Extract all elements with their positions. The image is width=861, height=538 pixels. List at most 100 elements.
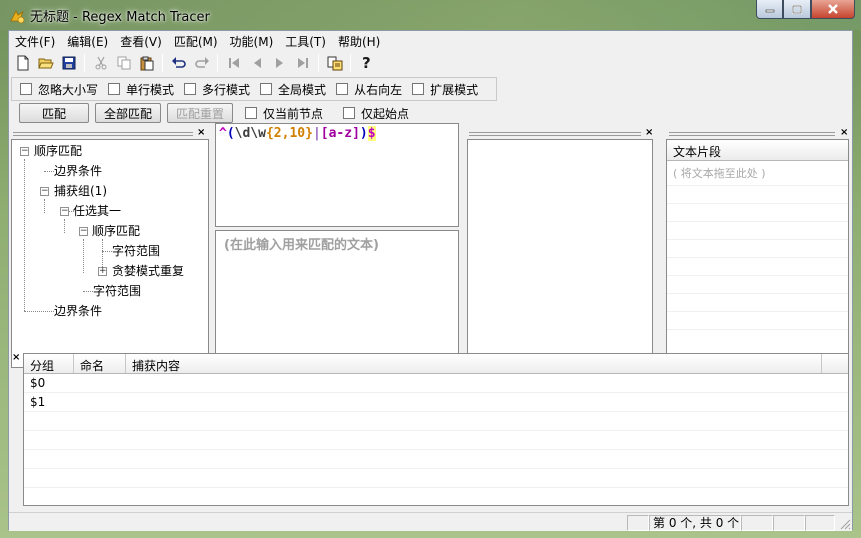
tree-expand-icon[interactable]: + bbox=[98, 267, 107, 276]
copy-button[interactable] bbox=[112, 52, 135, 74]
result-panel[interactable] bbox=[467, 139, 653, 368]
last-button[interactable] bbox=[291, 52, 314, 74]
checkbox[interactable] bbox=[184, 83, 197, 95]
status-bar: 第 0 个, 共 0 个 bbox=[9, 512, 852, 531]
table-row[interactable]: $1 bbox=[24, 393, 848, 412]
tree-node[interactable]: 贪婪模式重复 bbox=[112, 262, 184, 280]
tree-node[interactable]: 顺序匹配 bbox=[92, 222, 140, 240]
snippets-panel[interactable]: 文本片段 ( 将文本拖至此处 ) bbox=[666, 139, 849, 368]
option-label: 仅起始点 bbox=[361, 106, 410, 121]
option-current-node[interactable]: 仅当前节点 bbox=[245, 104, 323, 122]
table-row[interactable]: $0 bbox=[24, 374, 848, 393]
new-button[interactable] bbox=[11, 52, 34, 74]
groups-table[interactable]: 分组 命名 捕获内容 $0 $1 bbox=[23, 353, 849, 506]
redo-button[interactable] bbox=[190, 52, 213, 74]
tree-line bbox=[64, 219, 65, 233]
scissors-icon bbox=[95, 56, 106, 70]
tree-node[interactable]: 捕获组(1) bbox=[54, 182, 107, 200]
tree-collapse-icon[interactable]: − bbox=[79, 227, 88, 236]
toolbar: ? bbox=[11, 52, 378, 74]
undo-button[interactable] bbox=[167, 52, 190, 74]
option-right-to-left[interactable]: 从右向左 bbox=[336, 80, 402, 98]
first-button[interactable] bbox=[222, 52, 245, 74]
pane-grip[interactable] bbox=[669, 132, 835, 136]
close-middle-pane-icon[interactable]: × bbox=[645, 128, 655, 138]
tree-line bbox=[24, 311, 54, 312]
checkbox[interactable] bbox=[260, 83, 273, 95]
paste-button[interactable] bbox=[135, 52, 158, 74]
menu-view[interactable]: 查看(V) bbox=[114, 31, 168, 51]
close-groups-pane-icon[interactable]: × bbox=[12, 353, 22, 363]
tree-node[interactable]: 字符范围 bbox=[93, 282, 141, 300]
menu-file[interactable]: 文件(F) bbox=[9, 31, 61, 51]
resize-grip-icon[interactable] bbox=[839, 518, 851, 530]
main-client: 文件(F) 编辑(E) 查看(V) 匹配(M) 功能(M) 工具(T) 帮助(H… bbox=[8, 30, 853, 531]
match-button[interactable]: 匹配 bbox=[19, 103, 89, 123]
checkbox[interactable] bbox=[412, 83, 425, 95]
copy-code-button[interactable] bbox=[323, 52, 346, 74]
match-text-input[interactable]: (在此输入用来匹配的文本) bbox=[215, 230, 459, 368]
tree-collapse-icon[interactable]: − bbox=[60, 207, 69, 216]
tree-collapse-icon[interactable]: − bbox=[40, 187, 49, 196]
toolbar-separator bbox=[350, 54, 351, 72]
tree-panel[interactable] bbox=[11, 139, 209, 368]
prev-button[interactable] bbox=[245, 52, 268, 74]
toolbar-separator bbox=[84, 54, 85, 72]
skip-first-icon bbox=[228, 58, 239, 68]
close-tree-pane-icon[interactable]: × bbox=[197, 128, 207, 138]
option-label: 从右向左 bbox=[354, 82, 403, 97]
title-bar[interactable]: 无标题 - Regex Match Tracer bbox=[0, 0, 861, 30]
option-single-line[interactable]: 单行模式 bbox=[108, 80, 174, 98]
close-button[interactable] bbox=[811, 0, 855, 19]
menu-help[interactable]: 帮助(H) bbox=[332, 31, 386, 51]
pane-grip[interactable] bbox=[469, 132, 641, 136]
rematch-button[interactable]: 匹配重置 bbox=[167, 103, 233, 123]
snippet-row bbox=[667, 186, 848, 204]
option-label: 忽略大小写 bbox=[38, 82, 99, 97]
tree-node[interactable]: 字符范围 bbox=[112, 242, 160, 260]
help-button[interactable]: ? bbox=[355, 52, 378, 74]
minimize-button[interactable] bbox=[756, 0, 783, 19]
regex-editor[interactable]: ^(\d\w{2,10}|[a-z])$ bbox=[215, 123, 459, 227]
column-header-name[interactable]: 命名 bbox=[74, 354, 126, 373]
table-row bbox=[24, 450, 848, 469]
menu-bar: 文件(F) 编辑(E) 查看(V) 匹配(M) 功能(M) 工具(T) 帮助(H… bbox=[9, 31, 852, 51]
help-question-icon: ? bbox=[362, 55, 371, 71]
cut-button[interactable] bbox=[89, 52, 112, 74]
pane-grip[interactable] bbox=[13, 132, 193, 136]
close-snippets-pane-icon[interactable]: × bbox=[840, 128, 850, 138]
snippets-header[interactable]: 文本片段 bbox=[667, 140, 848, 161]
option-ignore-case[interactable]: 忽略大小写 bbox=[20, 80, 98, 98]
option-extended[interactable]: 扩展模式 bbox=[412, 80, 478, 98]
tree-node[interactable]: 顺序匹配 bbox=[34, 142, 82, 160]
options-bar: 忽略大小写 单行模式 多行模式 全局模式 从右向左 扩展模式 bbox=[11, 77, 497, 101]
checkbox[interactable] bbox=[343, 107, 356, 119]
checkbox[interactable] bbox=[20, 83, 32, 95]
next-icon bbox=[275, 58, 283, 68]
checkbox[interactable] bbox=[245, 107, 257, 119]
menu-tools[interactable]: 工具(T) bbox=[279, 31, 332, 51]
restore-button[interactable] bbox=[783, 0, 811, 19]
skip-last-icon bbox=[297, 58, 308, 68]
tree-node[interactable]: 任选其一 bbox=[73, 202, 121, 220]
match-all-button[interactable]: 全部匹配 bbox=[95, 103, 161, 123]
paste-clipboard-icon bbox=[140, 56, 153, 70]
option-start-point[interactable]: 仅起始点 bbox=[343, 104, 409, 122]
tree-node[interactable]: 边界条件 bbox=[54, 302, 102, 320]
next-button[interactable] bbox=[268, 52, 291, 74]
tree-collapse-icon[interactable]: − bbox=[20, 147, 29, 156]
checkbox[interactable] bbox=[336, 83, 349, 95]
option-global[interactable]: 全局模式 bbox=[260, 80, 326, 98]
menu-match[interactable]: 匹配(M) bbox=[168, 31, 224, 51]
save-button[interactable] bbox=[57, 52, 80, 74]
checkbox[interactable] bbox=[108, 83, 121, 95]
menu-edit[interactable]: 编辑(E) bbox=[61, 31, 114, 51]
column-header-capture[interactable]: 捕获内容 bbox=[126, 354, 822, 373]
regex-token: ) bbox=[359, 126, 368, 141]
option-multi-line[interactable]: 多行模式 bbox=[184, 80, 250, 98]
menu-function[interactable]: 功能(M) bbox=[224, 31, 280, 51]
column-header-group[interactable]: 分组 bbox=[24, 354, 74, 373]
open-button[interactable] bbox=[34, 52, 57, 74]
restore-icon bbox=[792, 4, 802, 14]
tree-node[interactable]: 边界条件 bbox=[54, 162, 102, 180]
